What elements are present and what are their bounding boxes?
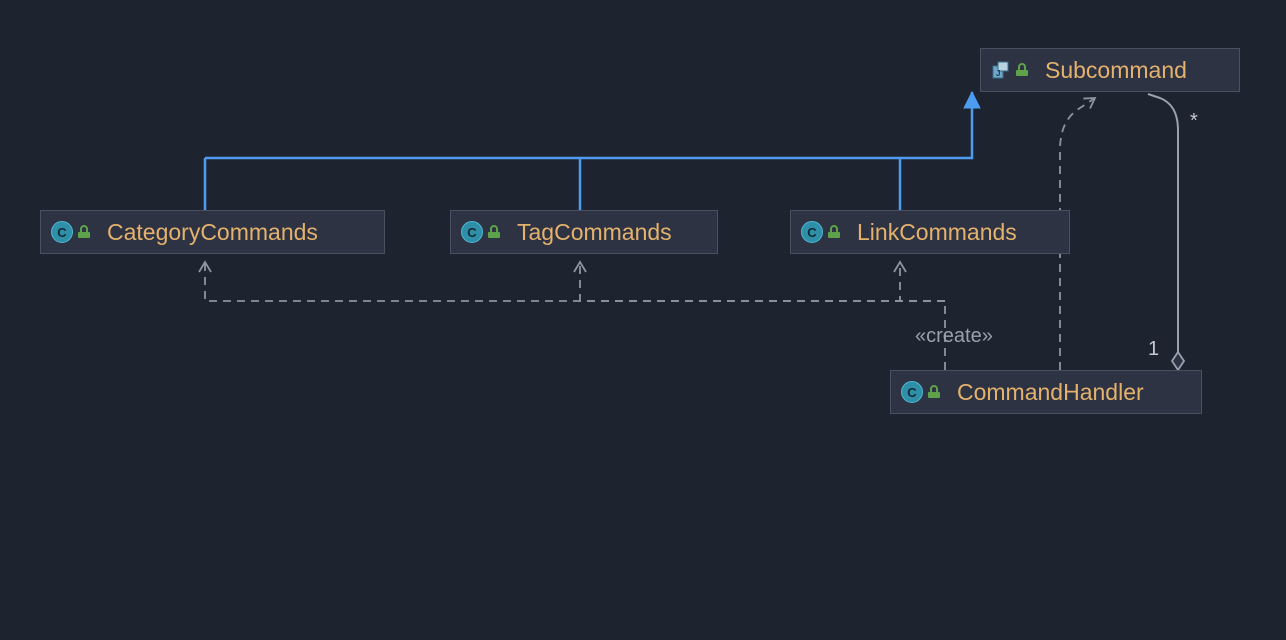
create-to-category <box>205 262 945 301</box>
stereotype-create: «create» <box>915 325 993 348</box>
node-category-commands[interactable]: C CategoryCommands <box>40 210 385 254</box>
aggregation-handler-subcommand <box>1148 94 1178 370</box>
node-label: TagCommands <box>517 219 672 246</box>
node-category-icons: C <box>51 221 91 243</box>
node-label: CommandHandler <box>957 379 1144 406</box>
public-icon <box>77 225 91 239</box>
node-subcommand[interactable]: J Subcommand <box>980 48 1240 92</box>
realization-trunk <box>205 92 972 158</box>
connectors-layer <box>0 0 1286 640</box>
node-label: LinkCommands <box>857 219 1017 246</box>
class-icon: C <box>901 381 923 403</box>
node-command-handler[interactable]: C CommandHandler <box>890 370 1202 414</box>
node-link-commands[interactable]: C LinkCommands <box>790 210 1070 254</box>
node-label: CategoryCommands <box>107 219 318 246</box>
svg-text:J: J <box>996 69 1000 78</box>
create-to-link <box>900 262 945 301</box>
node-handler-icons: C <box>901 381 941 403</box>
create-to-tag <box>580 262 945 301</box>
public-icon <box>927 385 941 399</box>
class-icon: C <box>461 221 483 243</box>
public-icon <box>487 225 501 239</box>
class-icon: C <box>801 221 823 243</box>
node-tag-commands[interactable]: C TagCommands <box>450 210 718 254</box>
node-label: Subcommand <box>1045 57 1187 84</box>
node-subcommand-icons: J <box>991 60 1029 80</box>
class-icon: C <box>51 221 73 243</box>
node-link-icons: C <box>801 221 841 243</box>
node-tag-icons: C <box>461 221 501 243</box>
multiplicity-one: 1 <box>1148 338 1159 361</box>
diagram-canvas: J Subcommand C CategoryCommands <box>0 0 1286 640</box>
multiplicity-star: * <box>1190 110 1198 133</box>
public-icon <box>1015 63 1029 77</box>
interface-icon: J <box>991 60 1011 80</box>
public-icon <box>827 225 841 239</box>
